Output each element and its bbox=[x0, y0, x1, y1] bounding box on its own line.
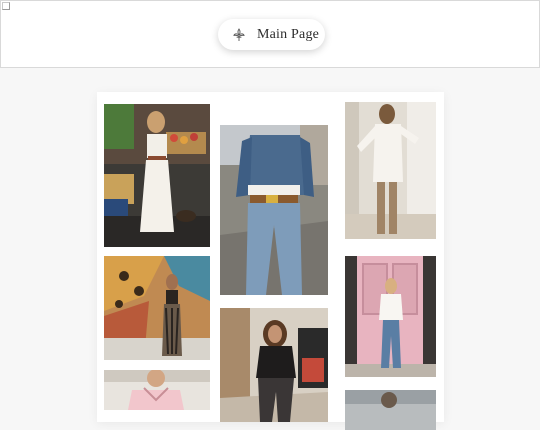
photo-mural-wall[interactable] bbox=[104, 256, 210, 360]
photo-market-stall[interactable] bbox=[104, 104, 210, 247]
main-page-button[interactable]: Main Page bbox=[218, 19, 325, 50]
photo-pink-top[interactable] bbox=[104, 370, 210, 410]
photo-white-sweater-dress[interactable] bbox=[345, 102, 436, 239]
photo-pink-door[interactable] bbox=[345, 256, 436, 377]
broken-image-icon bbox=[2, 2, 10, 10]
photo-denim-jacket[interactable] bbox=[220, 125, 328, 295]
page-header: Main Page bbox=[0, 0, 540, 68]
photo-board bbox=[97, 92, 444, 430]
fleur-de-lis-icon bbox=[232, 27, 246, 42]
main-page-label: Main Page bbox=[257, 26, 320, 42]
photo-grey-outfit[interactable] bbox=[345, 390, 436, 430]
